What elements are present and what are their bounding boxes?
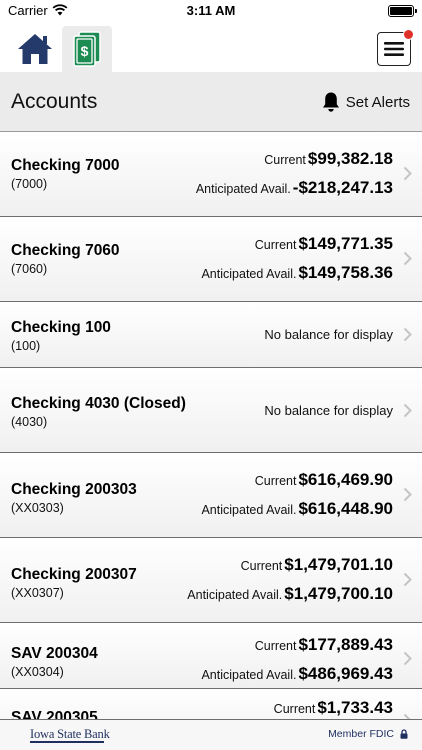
account-row[interactable]: SAV 200305 Current $1,733.43 (0, 689, 422, 719)
anticipated-label: Anticipated Avail. (195, 182, 291, 196)
current-balance-line: Current $99,382.18 (264, 149, 393, 169)
svg-text:$: $ (81, 43, 89, 59)
current-balance-line: Current $177,889.43 (255, 635, 393, 655)
anticipated-balance-line: Anticipated Avail. $616,448.90 (201, 499, 393, 519)
no-balance-text: No balance for display (264, 327, 393, 342)
account-number: (7060) (11, 262, 48, 276)
current-amount: $99,382.18 (307, 149, 393, 168)
anticipated-amount: -$218,247.13 (292, 178, 393, 197)
chevron-right-icon (403, 403, 412, 418)
footer: Iowa State Bank Member FDIC (0, 719, 422, 750)
account-name: Checking 4030 (Closed) (11, 395, 186, 412)
set-alerts-label: Set Alerts (345, 93, 410, 111)
anticipated-amount: $1,479,700.10 (284, 584, 393, 603)
account-row[interactable]: Checking 200307 (XX0307) Current $1,479,… (0, 538, 422, 623)
anticipated-balance-line: Anticipated Avail. $1,479,700.10 (187, 584, 393, 604)
page-title: Accounts (11, 90, 98, 113)
account-name: Checking 100 (11, 319, 111, 336)
dollar-bills-icon: $ (73, 31, 101, 67)
anticipated-balance-line: Anticipated Avail. -$218,247.13 (196, 178, 393, 198)
current-amount: $616,469.90 (298, 470, 393, 489)
account-name: Checking 7060 (11, 242, 120, 259)
account-name: Checking 200307 (11, 566, 137, 583)
current-label: Current (254, 238, 297, 252)
chevron-right-icon (403, 251, 412, 266)
top-nav: $ (0, 22, 422, 72)
chevron-right-icon (403, 572, 412, 587)
chevron-right-icon (403, 327, 412, 342)
account-row[interactable]: Checking 100 (100) No balance for displa… (0, 302, 422, 368)
anticipated-label: Anticipated Avail. (201, 503, 297, 517)
bell-icon (322, 92, 339, 112)
current-balance-line: Current $1,479,701.10 (241, 555, 393, 575)
set-alerts-button[interactable]: Set Alerts (322, 91, 410, 113)
notification-dot (403, 29, 414, 40)
current-balance-line: Current $616,469.90 (255, 470, 393, 490)
bank-logo: Iowa State Bank (30, 725, 110, 743)
current-amount: $1,733.43 (317, 698, 393, 717)
account-number: (XX0303) (11, 501, 64, 515)
fdic-text: Member FDIC (328, 728, 394, 740)
chevron-right-icon (403, 651, 412, 666)
account-name: Checking 200303 (11, 481, 137, 498)
current-label: Current (273, 702, 316, 716)
current-amount: $149,771.35 (298, 234, 393, 253)
anticipated-balance-line: Anticipated Avail. $486,969.43 (201, 664, 393, 684)
anticipated-label: Anticipated Avail. (187, 588, 283, 602)
current-label: Current (240, 559, 283, 573)
anticipated-balance-line: Anticipated Avail. $149,758.36 (201, 263, 393, 283)
home-tab[interactable] (10, 26, 60, 72)
bank-logo-text: Iowa State Bank (30, 727, 110, 741)
account-name: SAV 200304 (11, 645, 98, 662)
account-row[interactable]: Checking 7060 (7060) Current $149,771.35… (0, 217, 422, 302)
accounts-tab[interactable]: $ (62, 26, 112, 72)
account-row[interactable]: Checking 200303 (XX0303) Current $616,46… (0, 453, 422, 538)
current-balance-line: Current $149,771.35 (255, 234, 393, 254)
anticipated-label: Anticipated Avail. (201, 668, 297, 682)
accounts-list: Checking 7000 (7000) Current $99,382.18 … (0, 132, 422, 719)
account-number: (4030) (11, 415, 48, 429)
home-icon (18, 34, 52, 64)
anticipated-amount: $616,448.90 (298, 499, 393, 518)
member-fdic: Member FDIC (328, 728, 408, 740)
current-label: Current (254, 474, 297, 488)
current-label: Current (264, 153, 306, 167)
account-number: (XX0304) (11, 665, 64, 679)
anticipated-amount: $149,758.36 (298, 263, 393, 282)
chevron-right-icon (403, 487, 412, 502)
hamburger-menu-icon (384, 42, 404, 56)
lock-icon (400, 729, 408, 739)
menu-button[interactable] (377, 29, 414, 66)
current-amount: $177,889.43 (298, 635, 393, 654)
chevron-right-icon (403, 166, 412, 181)
account-number: (XX0307) (11, 586, 64, 600)
account-number: (100) (11, 339, 41, 353)
anticipated-label: Anticipated Avail. (201, 267, 297, 281)
account-name: Checking 7000 (11, 157, 120, 174)
battery-icon (388, 5, 417, 17)
account-name: SAV 200305 (11, 709, 98, 719)
anticipated-amount: $486,969.43 (298, 664, 393, 683)
current-balance-line: Current $1,733.43 (274, 698, 393, 718)
no-balance-text: No balance for display (264, 403, 393, 418)
status-bar: Carrier 3:11 AM (0, 0, 422, 22)
account-row[interactable]: Checking 7000 (7000) Current $99,382.18 … (0, 132, 422, 217)
clock: 3:11 AM (186, 3, 236, 18)
account-row[interactable]: SAV 200304 (XX0304) Current $177,889.43 … (0, 623, 422, 689)
account-number: (7000) (11, 177, 48, 191)
accounts-header: Accounts Set Alerts (0, 72, 422, 132)
current-label: Current (254, 639, 297, 653)
current-amount: $1,479,701.10 (284, 555, 393, 574)
account-row[interactable]: Checking 4030 (Closed) (4030) No balance… (0, 368, 422, 453)
